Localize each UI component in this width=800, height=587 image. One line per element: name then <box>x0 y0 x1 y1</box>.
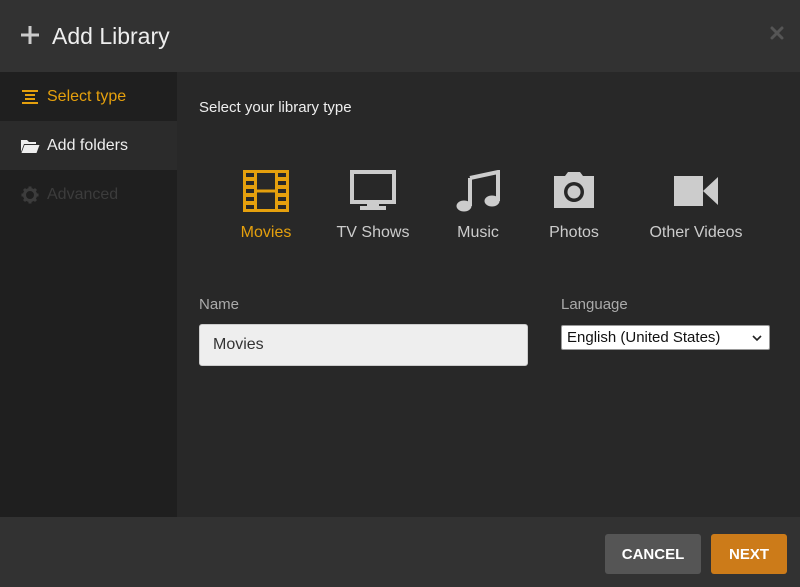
sidebar: Select type Add folders Advanced <box>0 72 177 517</box>
cancel-button[interactable]: CANCEL <box>605 534 701 574</box>
type-label: TV Shows <box>336 224 410 241</box>
tv-icon <box>350 170 396 210</box>
dialog-title: Add Library <box>52 23 170 49</box>
plus-icon <box>21 26 39 44</box>
camera-icon <box>554 172 594 208</box>
language-label: Language <box>561 296 628 313</box>
language-selected-value: English (United States) <box>567 329 721 346</box>
list-icon <box>20 88 40 106</box>
sidebar-item-advanced: Advanced <box>0 170 177 219</box>
sidebar-item-add-folders[interactable]: Add folders <box>0 121 177 170</box>
sidebar-item-label: Select type <box>47 87 127 105</box>
type-label: Other Videos <box>649 224 743 241</box>
folder-open-icon <box>20 137 40 155</box>
sidebar-item-label: Add folders <box>47 136 128 154</box>
gear-icon <box>20 186 40 204</box>
type-photos[interactable]: Photos <box>545 170 603 242</box>
name-label: Name <box>199 296 240 313</box>
main-panel: Select your library type Movies TV Shows <box>177 72 800 517</box>
dialog-header: Add Library <box>0 0 800 72</box>
name-input[interactable] <box>199 324 528 366</box>
dialog-footer: CANCEL NEXT <box>0 517 800 587</box>
music-note-icon <box>456 170 500 212</box>
film-icon <box>243 170 289 212</box>
close-icon[interactable] <box>768 24 786 42</box>
type-music[interactable]: Music <box>447 170 509 242</box>
sidebar-item-label: Advanced <box>47 185 119 203</box>
type-label: Music <box>457 224 499 241</box>
type-movies[interactable]: Movies <box>231 170 301 242</box>
type-label: Photos <box>549 224 599 241</box>
type-tv-shows[interactable]: TV Shows <box>335 170 411 242</box>
next-button[interactable]: NEXT <box>711 534 787 574</box>
language-select[interactable]: English (United States) <box>561 325 770 350</box>
chevron-down-icon <box>752 335 762 342</box>
video-camera-icon <box>674 176 718 206</box>
library-type-prompt: Select your library type <box>199 99 352 116</box>
type-label: Movies <box>240 224 292 241</box>
type-other-videos[interactable]: Other Videos <box>645 170 747 242</box>
sidebar-item-select-type[interactable]: Select type <box>0 72 177 121</box>
